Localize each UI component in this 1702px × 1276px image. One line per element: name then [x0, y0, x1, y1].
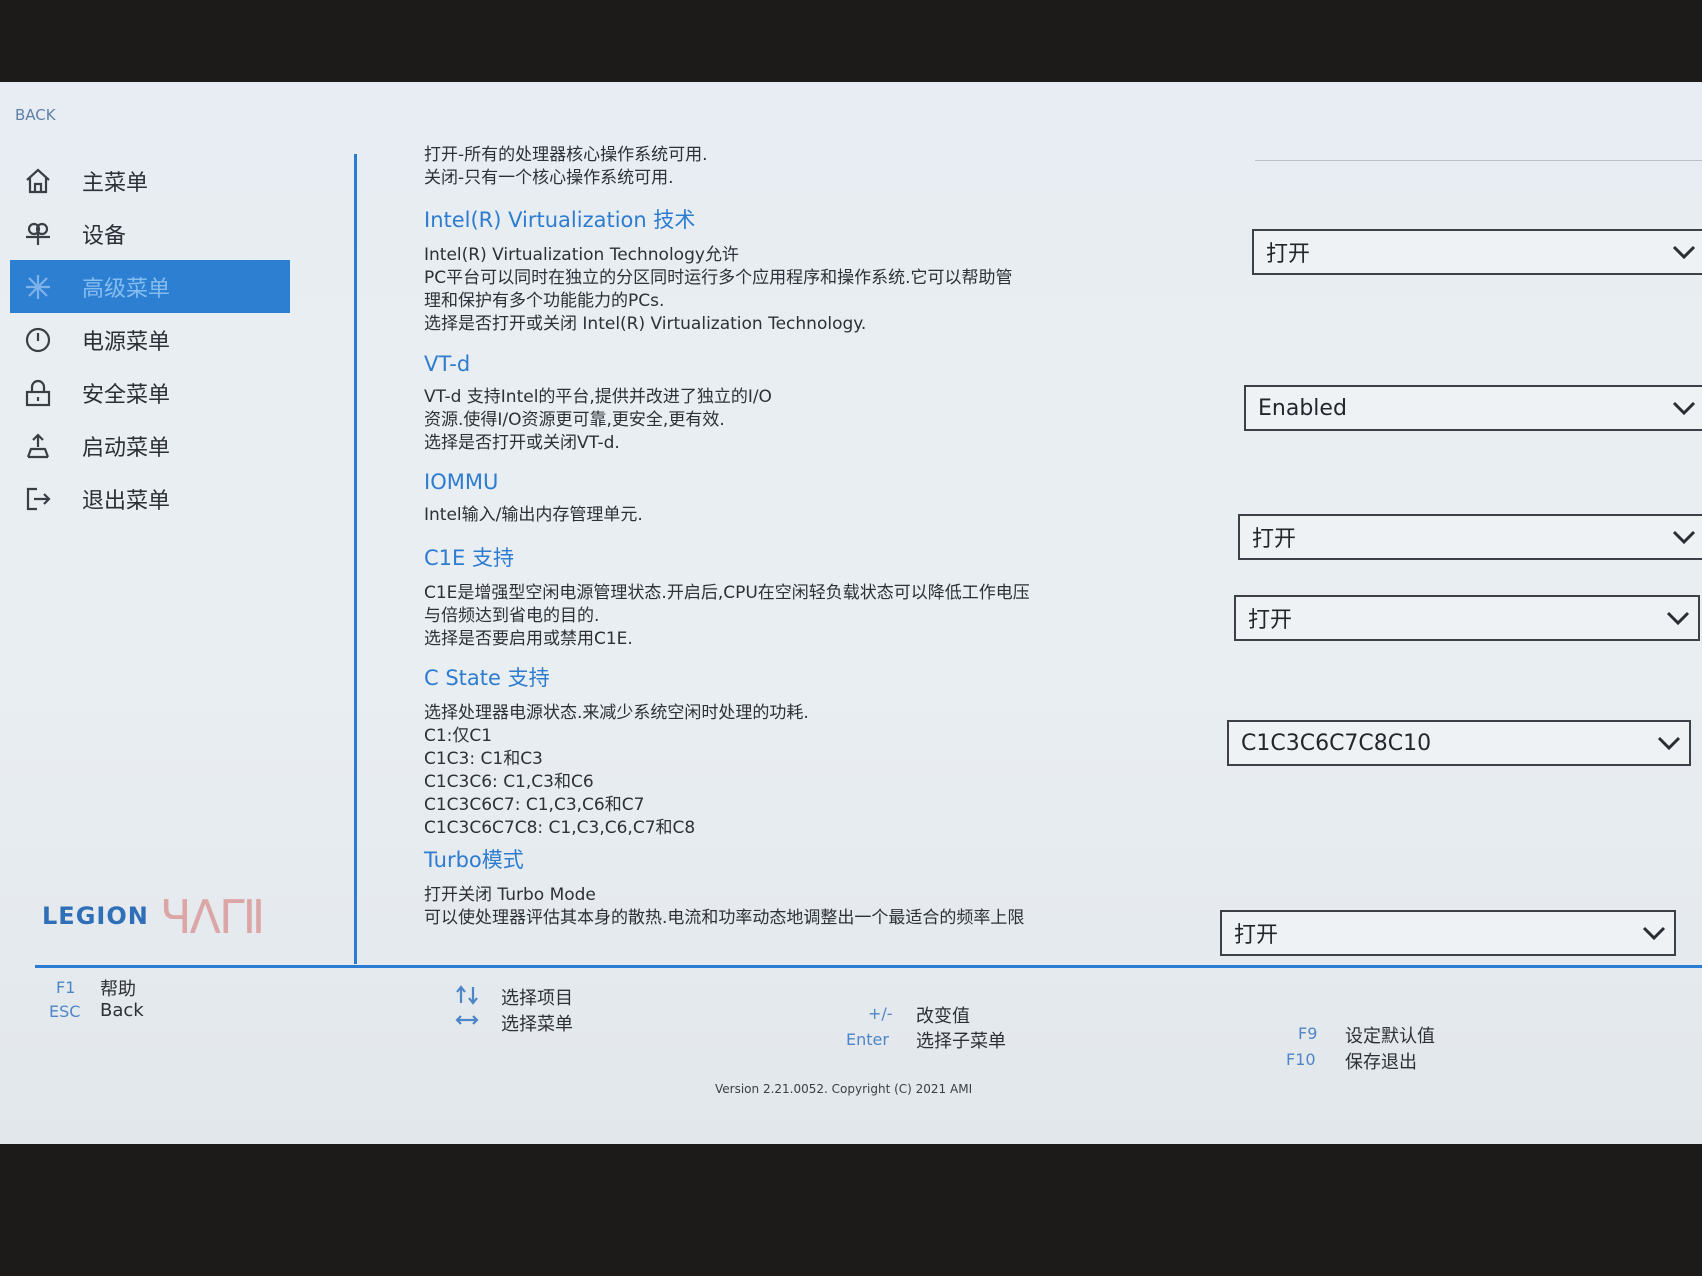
setting-virtualization[interactable]: Intel(R) Virtualization 技术 Intel(R) Virt…	[424, 204, 1144, 336]
iommu-dropdown[interactable]: 打开	[1238, 514, 1702, 560]
f1-key: F1	[56, 978, 76, 997]
setting-iommu[interactable]: IOMMU Intel输入/输出内存管理单元.	[424, 470, 1144, 527]
brand-mark-decoration: ЧΛΓⅡ	[160, 890, 265, 944]
setting-c-state[interactable]: C State 支持 选择处理器电源状态.来减少系统空闲时处理的功耗. C1:仅…	[424, 662, 1144, 840]
virtualization-dropdown[interactable]: 打开	[1252, 229, 1702, 275]
dropdown-value: 打开	[1234, 923, 1279, 948]
plus-minus-key: +/-	[868, 1004, 893, 1023]
setting-title: IOMMU	[424, 470, 499, 494]
chevron-down-icon	[1664, 530, 1702, 544]
c1e-dropdown[interactable]: 打开	[1234, 595, 1700, 641]
setting-description: 打开关闭 Turbo Mode 可以使处理器评估其本身的散热.电流和功率动态地调…	[424, 885, 1025, 928]
esc-label: Back	[100, 1000, 144, 1021]
sidebar-divider	[354, 154, 357, 964]
sidebar-item-main[interactable]: 主菜单	[0, 154, 300, 207]
chevron-down-icon	[1664, 401, 1702, 415]
turbo-dropdown[interactable]: 打开	[1220, 910, 1676, 956]
vt-d-dropdown[interactable]: Enabled	[1244, 385, 1702, 431]
setting-title: VT-d	[424, 352, 471, 376]
enter-key: Enter	[846, 1030, 889, 1049]
dropdown-value: 打开	[1248, 608, 1293, 633]
back-link[interactable]: BACK	[15, 106, 56, 124]
sidebar-item-label: 安全菜单	[82, 382, 171, 408]
sidebar-item-security[interactable]: 安全菜单	[0, 366, 300, 419]
dropdown-value: C1C3C6C7C8C10	[1241, 730, 1432, 756]
sidebar-item-devices[interactable]: 设备	[0, 207, 300, 260]
select-item-label: 选择项目	[501, 988, 573, 1009]
dropdown-value: 打开	[1266, 242, 1311, 267]
setting-description: C1E是增强型空闲电源管理状态.开启后,CPU在空闲轻负载状态可以降低工作电压 …	[424, 583, 1030, 649]
setting-description: 选择处理器电源状态.来减少系统空闲时处理的功耗. C1:仅C1 C1C3: C1…	[424, 703, 809, 838]
setting-title: C State 支持	[424, 666, 550, 690]
lock-icon	[16, 378, 60, 408]
boot-icon	[16, 431, 60, 461]
power-icon	[16, 325, 60, 355]
up-down-arrows-icon	[455, 985, 479, 1009]
setting-title: C1E 支持	[424, 546, 514, 570]
divider	[1255, 160, 1702, 161]
dropdown-value: 打开	[1252, 527, 1297, 552]
exit-icon	[16, 484, 60, 514]
c-state-dropdown[interactable]: C1C3C6C7C8C10	[1227, 720, 1691, 766]
sidebar-item-power[interactable]: 电源菜单	[0, 313, 300, 366]
setting-description: VT-d 支持Intel的平台,提供并改进了独立的I/O 资源.使得I/O资源更…	[424, 387, 772, 453]
setting-description: Intel(R) Virtualization Technology允许 PC平…	[424, 245, 1013, 334]
select-menu-label: 选择菜单	[501, 1014, 573, 1035]
sidebar-item-label: 退出菜单	[82, 488, 171, 514]
intro-text: 打开-所有的处理器核心操作系统可用. 关闭-只有一个核心操作系统可用.	[424, 145, 708, 188]
dropdown-value: Enabled	[1258, 395, 1347, 421]
chevron-down-icon	[1658, 611, 1698, 625]
sidebar-item-advanced[interactable]: 高级菜单	[10, 260, 290, 313]
setting-c1e[interactable]: C1E 支持 C1E是增强型空闲电源管理状态.开启后,CPU在空闲轻负载状态可以…	[424, 542, 1144, 651]
select-submenu-label: 选择子菜单	[916, 1031, 1006, 1052]
load-defaults-label: 设定默认值	[1345, 1026, 1435, 1047]
chevron-down-icon	[1664, 245, 1702, 259]
sidebar-item-exit[interactable]: 退出菜单	[0, 472, 300, 525]
sidebar-item-label: 高级菜单	[82, 276, 171, 302]
setting-turbo[interactable]: Turbo模式 打开关闭 Turbo Mode 可以使处理器评估其本身的散热.电…	[424, 844, 1144, 930]
left-right-arrows-icon	[455, 1012, 479, 1032]
change-value-label: 改变值	[916, 1006, 970, 1027]
setting-description: Intel输入/输出内存管理单元.	[424, 505, 643, 525]
footer-divider	[35, 965, 1702, 968]
advanced-icon	[16, 272, 60, 302]
esc-key: ESC	[49, 1002, 81, 1021]
legion-logo: LEGION	[42, 902, 149, 930]
save-exit-label: 保存退出	[1345, 1052, 1417, 1073]
version-text: Version 2.21.0052. Copyright (C) 2021 AM…	[715, 1082, 973, 1096]
sidebar-item-boot[interactable]: 启动菜单	[0, 419, 300, 472]
chevron-down-icon	[1649, 736, 1689, 750]
f10-key: F10	[1286, 1050, 1316, 1069]
home-icon	[16, 166, 60, 196]
bios-screen: BACK 主菜单 设备 高级菜单 电源菜单 安全菜单 启动菜单 退出菜单 LEG…	[0, 82, 1702, 1144]
sidebar-item-label: 设备	[82, 223, 127, 249]
setting-vt-d[interactable]: VT-d VT-d 支持Intel的平台,提供并改进了独立的I/O 资源.使得I…	[424, 352, 1144, 455]
setting-title: Turbo模式	[424, 848, 524, 872]
sidebar: 主菜单 设备 高级菜单 电源菜单 安全菜单 启动菜单 退出菜单	[0, 154, 300, 525]
device-icon	[16, 219, 60, 249]
sidebar-item-label: 启动菜单	[82, 435, 171, 461]
sidebar-item-label: 电源菜单	[82, 329, 171, 355]
f1-label: 帮助	[100, 979, 136, 1000]
settings-panel: 打开-所有的处理器核心操作系统可用. 关闭-只有一个核心操作系统可用. Inte…	[424, 144, 1144, 928]
chevron-down-icon	[1634, 926, 1674, 940]
sidebar-item-label: 主菜单	[82, 170, 149, 196]
setting-title: Intel(R) Virtualization 技术	[424, 208, 696, 232]
f9-key: F9	[1298, 1024, 1318, 1043]
